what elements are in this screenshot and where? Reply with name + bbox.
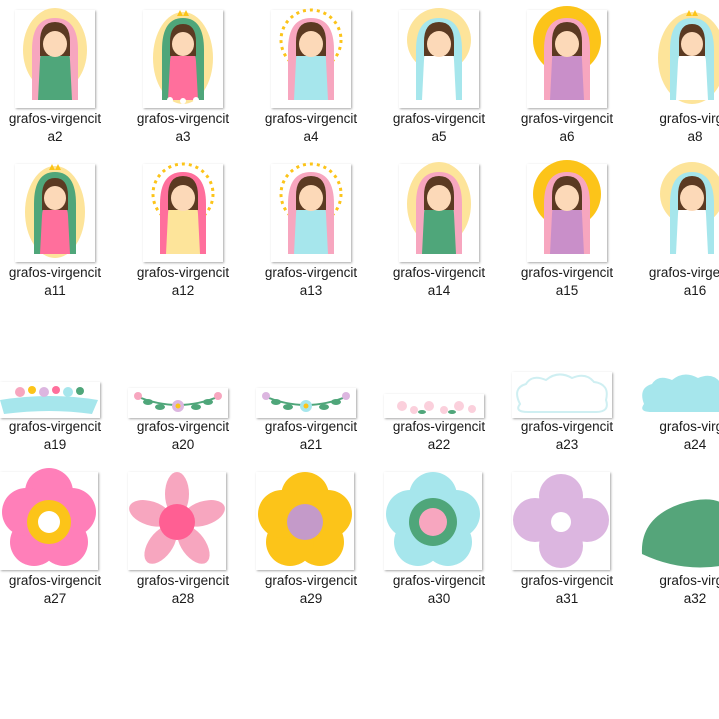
thumbnail-flower-icon <box>256 462 366 570</box>
file-item-a5[interactable]: grafos-virgencit a5 <box>384 0 494 150</box>
file-name: grafos-virgea32 <box>659 573 719 606</box>
file-item-a15[interactable]: grafos-virgencit a15 <box>512 154 622 304</box>
file-item-a21[interactable]: grafos-virgencit a21 <box>256 308 366 458</box>
thumbnail-garland-icon <box>0 308 110 418</box>
thumbnail-virgin-icon <box>128 0 238 108</box>
thumbnail-virgin-icon <box>256 0 366 108</box>
thumbnail-flower-icon <box>384 462 494 570</box>
file-name: grafos-virgea8 <box>659 111 719 144</box>
thumbnail-virgin-icon <box>0 0 110 108</box>
file-item-a4[interactable]: grafos-virgencit a4 <box>256 0 366 150</box>
file-item-a22[interactable]: grafos-virgencit a22 <box>384 308 494 458</box>
file-item-a28[interactable]: grafos-virgencit a28 <box>128 462 238 612</box>
thumbnail-virgin-icon <box>512 0 622 108</box>
thumbnail-leaf-icon <box>640 462 719 572</box>
thumbnail-virgin-icon <box>384 154 494 262</box>
file-item-a24[interactable]: grafos-virgea24 <box>640 308 719 458</box>
file-item-a3[interactable]: grafos-virgencit a3 <box>128 0 238 150</box>
file-item-a19[interactable]: grafos-virgencit a19 <box>0 308 110 458</box>
thumbnail-garland-icon <box>128 308 238 418</box>
thumbnail-cloud-icon <box>512 308 622 418</box>
file-item-a16[interactable]: grafos-virgencita16 <box>640 154 719 304</box>
thumbnail-virgin-icon <box>0 154 110 262</box>
thumbnail-virgin-icon <box>384 0 494 108</box>
file-item-a8[interactable]: grafos-virgea8 <box>640 0 719 150</box>
file-item-a23[interactable]: grafos-virgencit a23 <box>512 308 622 458</box>
file-item-a14[interactable]: grafos-virgencit a14 <box>384 154 494 304</box>
file-name: grafos-virgea24 <box>659 419 719 452</box>
file-item-a12[interactable]: grafos-virgencit a12 <box>128 154 238 304</box>
thumbnail-virgin-icon <box>512 154 622 262</box>
thumbnail-flower-icon <box>512 462 622 570</box>
thumbnail-garland-icon <box>384 308 494 418</box>
thumbnail-cloud-icon <box>640 308 719 418</box>
file-item-a11[interactable]: grafos-virgencit a11 <box>0 154 110 304</box>
file-item-a27[interactable]: grafos-virgencit a27 <box>0 462 110 612</box>
file-item-a29[interactable]: grafos-virgencit a29 <box>256 462 366 612</box>
file-item-a6[interactable]: grafos-virgencit a6 <box>512 0 622 150</box>
thumbnail-garland-icon <box>256 308 366 418</box>
thumbnail-virgin-icon <box>640 0 719 108</box>
thumbnail-virgin-icon <box>256 154 366 262</box>
file-name: grafos-virgencita16 <box>648 265 719 298</box>
file-item-a20[interactable]: grafos-virgencit a20 <box>128 308 238 458</box>
file-item-a31[interactable]: grafos-virgencit a31 <box>512 462 622 612</box>
file-item-a13[interactable]: grafos-virgencit a13 <box>256 154 366 304</box>
thumbnail-flower-icon <box>128 462 238 570</box>
thumbnail-virgin-icon <box>128 154 238 262</box>
thumbnail-flower-icon <box>0 462 110 570</box>
thumbnail-virgin-icon <box>640 154 719 262</box>
file-item-a2[interactable]: grafos-virgencit a2 <box>0 0 110 150</box>
file-item-a32[interactable]: grafos-virgea32 <box>640 462 719 612</box>
file-item-a30[interactable]: grafos-virgencit a30 <box>384 462 494 612</box>
